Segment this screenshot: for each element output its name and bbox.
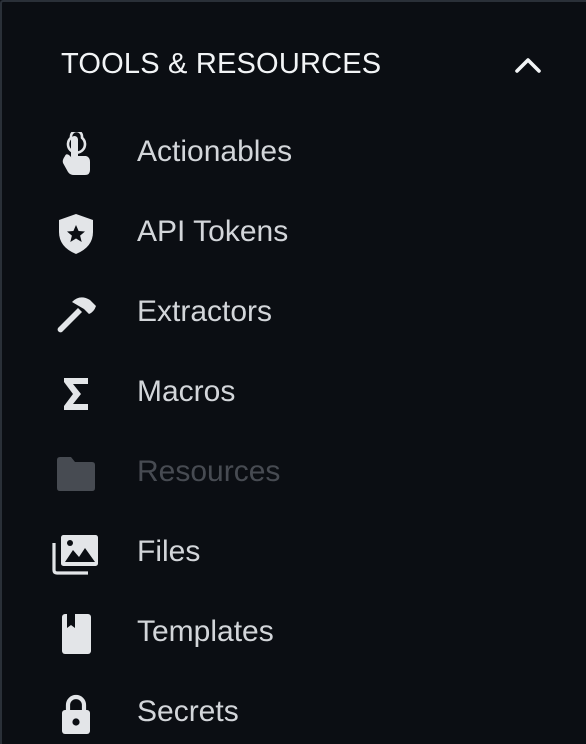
nav-item-api-tokens[interactable]: API Tokens — [2, 194, 586, 274]
nav-item-label: Resources — [137, 455, 281, 488]
nav-item-label: API Tokens — [137, 215, 289, 248]
nav-item-extractors[interactable]: Extractors — [2, 274, 586, 354]
shield-star-icon — [50, 212, 102, 256]
book-icon — [50, 612, 102, 656]
section-title: TOOLS & RESOURCES — [61, 48, 382, 80]
tools-resources-section-header[interactable]: TOOLS & RESOURCES — [2, 30, 586, 102]
nav-item-label: Secrets — [137, 695, 239, 728]
hammer-icon — [50, 292, 102, 336]
image-stack-icon — [50, 532, 102, 576]
pointer-hand-icon — [50, 132, 102, 176]
nav-item-secrets[interactable]: Secrets — [2, 674, 586, 744]
lock-icon — [50, 692, 102, 736]
nav-item-label: Files — [137, 535, 201, 568]
nav-item-macros[interactable]: Macros — [2, 354, 586, 434]
nav-item-label: Extractors — [137, 295, 273, 328]
sidebar-panel: TOOLS & RESOURCES Actionables API Tokens… — [0, 0, 586, 744]
nav-item-label: Macros — [137, 375, 236, 408]
nav-item-resources: Resources — [2, 434, 586, 514]
chevron-up-icon[interactable] — [512, 50, 544, 82]
sigma-icon — [50, 372, 102, 416]
nav-item-actionables[interactable]: Actionables — [2, 114, 586, 194]
tools-resources-nav-list: Actionables API Tokens Extractors Macros… — [2, 114, 586, 744]
nav-item-templates[interactable]: Templates — [2, 594, 586, 674]
nav-item-files[interactable]: Files — [2, 514, 586, 594]
folder-icon — [50, 452, 102, 496]
nav-item-label: Templates — [137, 615, 274, 648]
nav-item-label: Actionables — [137, 135, 293, 168]
